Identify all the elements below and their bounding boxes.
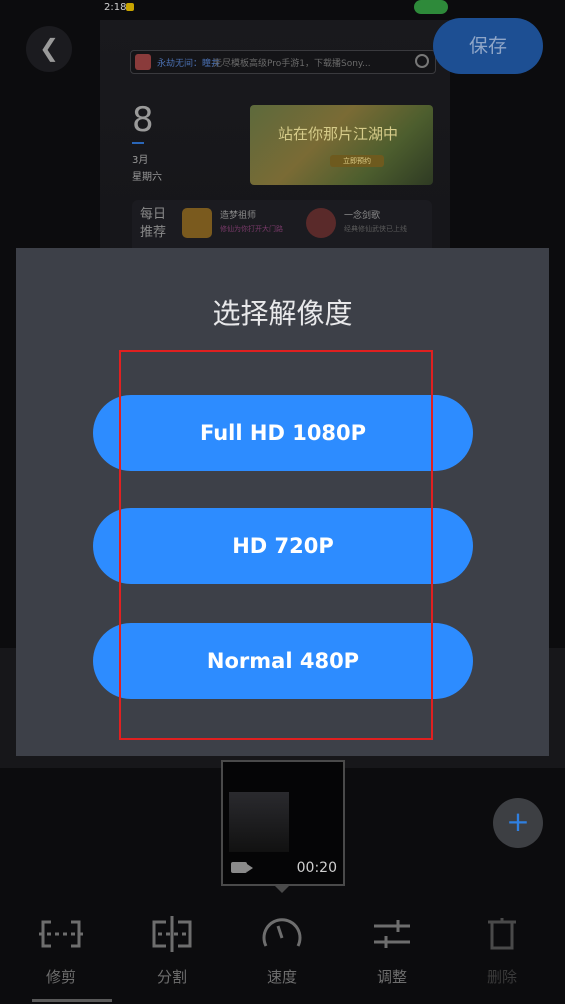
preview-recommend-label: 每日推荐 (140, 207, 167, 240)
chevron-left-icon: ❮ (38, 34, 60, 62)
tool-delete-label: 删除 (486, 968, 517, 986)
tool-split-label: 分割 (156, 968, 187, 986)
preview-month: 3月 (132, 155, 149, 166)
clip-preview-image (229, 792, 289, 852)
tool-speed-label: 速度 (266, 968, 297, 986)
status-bar: 2:18 (100, 0, 450, 16)
preview-search-text: 无尽模板高级Pro手游1，下载播Sony... (213, 59, 371, 69)
preview-date: 8 3月 星期六 (132, 100, 162, 186)
clip-thumbnail[interactable]: 00:20 (221, 760, 345, 886)
highlight-box (119, 350, 433, 740)
tool-trim[interactable]: 修剪 (21, 914, 101, 987)
preview-weekday: 星期六 (132, 172, 162, 183)
speedometer-icon (242, 914, 322, 954)
notification-icon (126, 3, 134, 11)
edit-toolbar: 修剪 分割 速度 调整 删除 (0, 900, 565, 1004)
add-clip-button[interactable]: + (493, 798, 543, 848)
clip-pointer-icon (273, 884, 291, 893)
preview-search-bar: 永劫无间：瞳井 无尽模板高级Pro手游1，下载播Sony... (130, 50, 436, 74)
game-name: 一念剑歌 (344, 211, 381, 221)
trim-icon (21, 914, 101, 954)
recording-indicator (414, 0, 448, 14)
tool-adjust[interactable]: 调整 (352, 914, 432, 987)
split-icon (132, 914, 212, 954)
game-icon (182, 208, 212, 238)
tool-trim-label: 修剪 (45, 968, 76, 986)
preview-banner: 站在你那片江湖中 立即预约 (250, 105, 433, 185)
clip-duration: 00:20 (296, 860, 337, 876)
search-icon (415, 54, 429, 68)
tab-indicator (32, 999, 112, 1002)
tool-delete[interactable]: 删除 (462, 914, 542, 987)
game-icon (306, 208, 336, 238)
back-button[interactable]: ❮ (26, 26, 72, 72)
tool-speed[interactable]: 速度 (242, 914, 322, 987)
preview-date-underline (132, 142, 144, 144)
preview-avatar (135, 54, 151, 70)
tool-adjust-label: 调整 (376, 968, 407, 986)
preview-banner-button: 立即预约 (330, 155, 384, 167)
game-desc: 经典修仙武侠已上线 (344, 225, 407, 233)
save-button[interactable]: 保存 (433, 18, 543, 74)
tool-split[interactable]: 分割 (132, 914, 212, 987)
status-time: 2:18 (104, 2, 127, 13)
sliders-icon (352, 914, 432, 954)
preview-banner-title: 站在你那片江湖中 (278, 125, 399, 143)
preview-search-highlight: 永劫无间：瞳井 (157, 59, 221, 69)
video-camera-icon (231, 862, 253, 873)
game-name: 造梦祖师 (220, 211, 257, 221)
game-desc: 修仙为你打开大门路 (220, 225, 283, 233)
dialog-title: 选择解像度 (212, 297, 353, 330)
trash-icon (462, 914, 542, 954)
preview-day: 8 (132, 100, 154, 140)
